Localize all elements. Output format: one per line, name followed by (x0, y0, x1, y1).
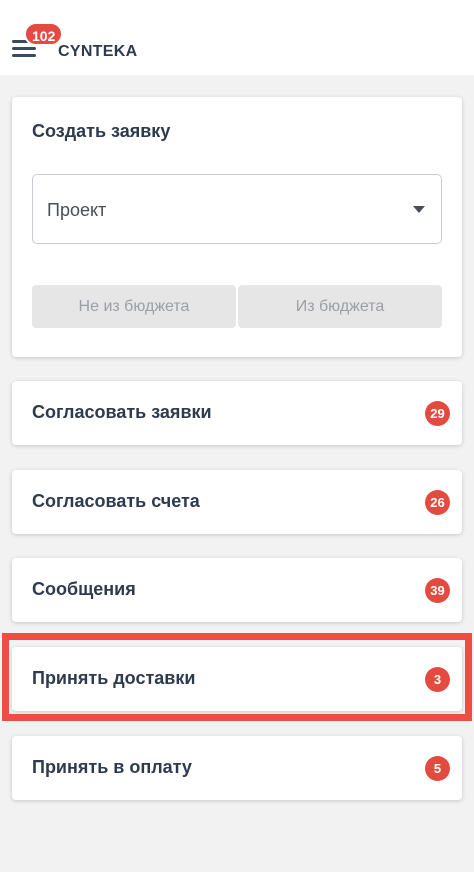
list-item-label: Согласовать заявки (32, 402, 212, 422)
list-item-label: Принять в оплату (32, 757, 192, 777)
count-badge: 5 (425, 756, 450, 781)
app-header: 102 CYNTEKA (0, 0, 474, 75)
project-select[interactable]: Проект (32, 174, 442, 244)
app-title: CYNTEKA (58, 43, 138, 60)
accept-deliveries-item[interactable]: Принять доставки 3 (12, 647, 462, 711)
approve-invoices-item[interactable]: Согласовать счета 26 (12, 470, 462, 534)
count-badge: 26 (425, 490, 450, 515)
count-badge: 3 (425, 667, 450, 692)
project-placeholder: Проект (47, 200, 107, 220)
menu-bar (12, 47, 36, 50)
messages-item[interactable]: Сообщения 39 (12, 558, 462, 622)
list-item-label: Сообщения (32, 579, 136, 599)
approve-requests-item[interactable]: Согласовать заявки 29 (12, 381, 462, 445)
from-budget-button[interactable]: Из бюджета (238, 285, 442, 328)
count-badge: 29 (425, 401, 450, 426)
create-request-title: Создать заявку (32, 121, 171, 141)
list-item-label: Согласовать счета (32, 491, 200, 511)
count-badge: 39 (425, 578, 450, 603)
accept-for-payment-item[interactable]: Принять в оплату 5 (12, 736, 462, 800)
not-from-budget-button[interactable]: Не из бюджета (32, 285, 236, 328)
create-request-card: Создать заявку Проект Не из бюджета Из б… (12, 97, 462, 357)
menu-bar (12, 54, 36, 57)
list-item-label: Принять доставки (32, 668, 196, 688)
dropdown-caret-icon (413, 206, 425, 213)
app-screen: 102 CYNTEKA Создать заявку Проект Не из … (0, 0, 474, 872)
